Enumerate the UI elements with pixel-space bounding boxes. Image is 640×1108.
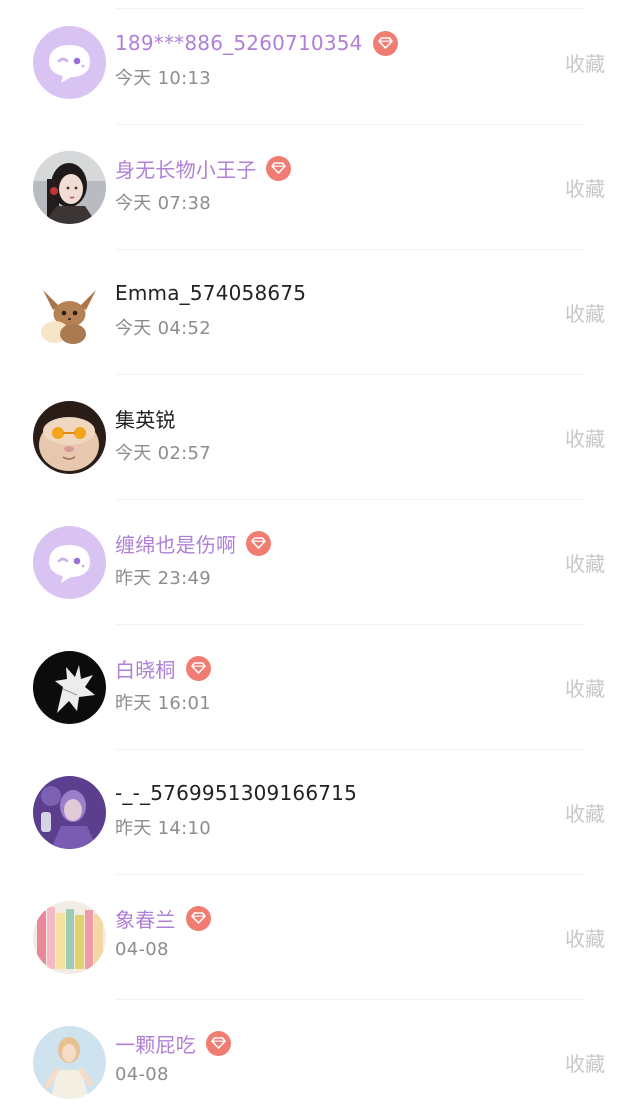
username[interactable]: 白晓桐 xyxy=(115,654,176,683)
eevee-avatar-icon xyxy=(33,276,106,349)
collect-button[interactable]: 收藏 xyxy=(565,923,605,952)
collect-button[interactable]: 收藏 xyxy=(565,48,605,77)
avatar[interactable] xyxy=(33,651,106,724)
collect-button[interactable]: 收藏 xyxy=(565,673,605,702)
collect-button[interactable]: 收藏 xyxy=(565,798,605,827)
list-item[interactable]: 身无长物小王子 今天 07:38 收藏 xyxy=(0,125,640,250)
username[interactable]: 象春兰 xyxy=(115,904,176,933)
name-line: 缠绵也是伤啊 xyxy=(115,528,272,558)
name-line: 身无长物小王子 xyxy=(115,153,292,183)
avatar[interactable] xyxy=(33,776,106,849)
girl-portrait-avatar-icon xyxy=(33,151,106,224)
username[interactable]: 身无长物小王子 xyxy=(115,154,256,183)
white-leaf-dark-avatar-icon xyxy=(33,651,106,724)
list-item[interactable]: 189***886_5260710354 今天 10:13 收藏 xyxy=(0,0,640,125)
vip-diamond-icon xyxy=(372,30,398,56)
username[interactable]: -_-_5769951309166715 xyxy=(115,781,357,805)
cat-with-glasses-avatar-icon xyxy=(33,401,106,474)
visit-time: 昨天 23:49 xyxy=(115,568,211,589)
list-item[interactable]: 白晓桐 昨天 16:01 收藏 xyxy=(0,625,640,750)
username[interactable]: Emma_574058675 xyxy=(115,281,306,305)
username[interactable]: 189***886_5260710354 xyxy=(115,31,363,55)
vip-diamond-icon xyxy=(205,1030,231,1056)
username[interactable]: 一颗屁吃 xyxy=(115,1029,196,1058)
avatar[interactable] xyxy=(33,151,106,224)
visit-time: 今天 10:13 xyxy=(115,68,211,89)
username[interactable]: 集英锐 xyxy=(115,404,176,433)
avatar[interactable] xyxy=(33,276,106,349)
visit-time: 今天 04:52 xyxy=(115,318,211,339)
avatar[interactable] xyxy=(33,26,106,99)
visit-time: 今天 02:57 xyxy=(115,443,211,464)
vip-diamond-icon xyxy=(246,530,272,556)
name-line: 集英锐 xyxy=(115,403,176,433)
collect-button[interactable]: 收藏 xyxy=(565,298,605,327)
visit-time: 04-08 xyxy=(115,939,169,960)
vip-diamond-icon xyxy=(185,655,211,681)
collect-button[interactable]: 收藏 xyxy=(565,1048,605,1077)
vip-diamond-icon xyxy=(266,155,292,181)
visit-time: 今天 07:38 xyxy=(115,193,211,214)
visit-time: 04-08 xyxy=(115,1064,169,1085)
vip-diamond-icon xyxy=(185,905,211,931)
list-item[interactable]: Emma_574058675 今天 04:52 收藏 xyxy=(0,250,640,375)
default-chat-bubble-avatar-icon xyxy=(33,526,106,599)
list-item[interactable]: 一颗屁吃 04-08 收藏 xyxy=(0,1000,640,1108)
name-line: 象春兰 xyxy=(115,903,211,933)
list-item[interactable]: 集英锐 今天 02:57 收藏 xyxy=(0,375,640,500)
list-item[interactable]: 象春兰 04-08 收藏 xyxy=(0,875,640,1000)
name-line: Emma_574058675 xyxy=(115,278,306,308)
avatar[interactable] xyxy=(33,401,106,474)
visit-time: 昨天 14:10 xyxy=(115,818,211,839)
woman-in-light-avatar-icon xyxy=(33,1026,106,1099)
default-chat-bubble-avatar-icon xyxy=(33,26,106,99)
visit-time: 昨天 16:01 xyxy=(115,693,211,714)
avatar[interactable] xyxy=(33,1026,106,1099)
name-line: 一颗屁吃 xyxy=(115,1028,231,1058)
list-item[interactable]: 缠绵也是伤啊 昨天 23:49 收藏 xyxy=(0,500,640,625)
visitor-list: 189***886_5260710354 今天 10:13 收藏 身无长物小王子… xyxy=(0,0,640,1108)
name-line: -_-_5769951309166715 xyxy=(115,778,357,808)
colored-books-avatar-icon xyxy=(33,901,106,974)
list-item[interactable]: -_-_5769951309166715 昨天 14:10 收藏 xyxy=(0,750,640,875)
collect-button[interactable]: 收藏 xyxy=(565,423,605,452)
avatar[interactable] xyxy=(33,526,106,599)
collect-button[interactable]: 收藏 xyxy=(565,548,605,577)
avatar[interactable] xyxy=(33,901,106,974)
collect-button[interactable]: 收藏 xyxy=(565,173,605,202)
username[interactable]: 缠绵也是伤啊 xyxy=(115,529,236,558)
purple-portrait-avatar-icon xyxy=(33,776,106,849)
name-line: 白晓桐 xyxy=(115,653,211,683)
name-line: 189***886_5260710354 xyxy=(115,28,398,58)
